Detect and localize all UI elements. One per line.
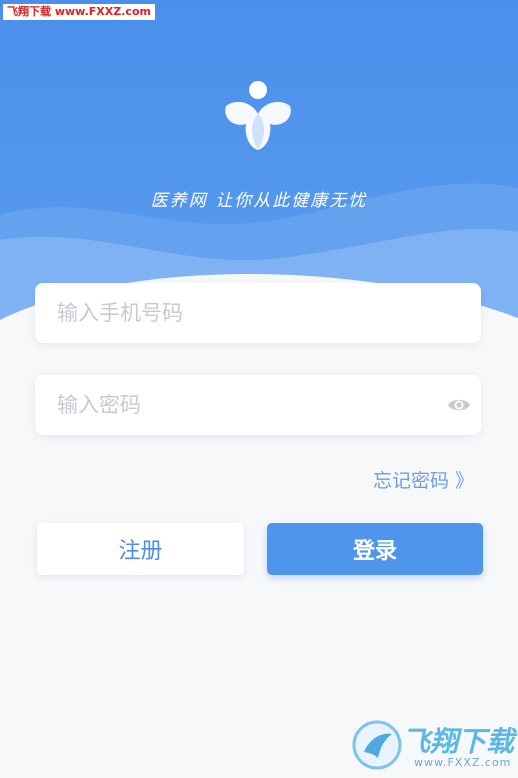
watermark-bottom: 飞翔下载 www.FXXZ.com — [352, 716, 515, 774]
eye-icon[interactable] — [447, 394, 471, 416]
watermark-top: 飞翔下载 www.FXXZ.com — [3, 4, 155, 20]
slogan-text: 医养网 让你从此健康无忧 — [150, 191, 368, 211]
register-button[interactable]: 注册 — [37, 523, 244, 575]
person-logo-icon — [220, 78, 296, 154]
password-field — [35, 375, 481, 435]
watermark-brand-text: 飞翔下载 — [402, 725, 515, 758]
login-button[interactable]: 登录 — [267, 523, 483, 575]
brand-badge-icon — [352, 718, 402, 772]
watermark-url-text: www.FXXZ.com — [414, 756, 512, 769]
header-banner — [0, 0, 518, 330]
password-input[interactable] — [55, 392, 439, 418]
phone-input[interactable] — [55, 300, 439, 326]
phone-field — [35, 283, 481, 343]
forgot-password-link[interactable]: 忘记密码 》 — [373, 466, 474, 493]
